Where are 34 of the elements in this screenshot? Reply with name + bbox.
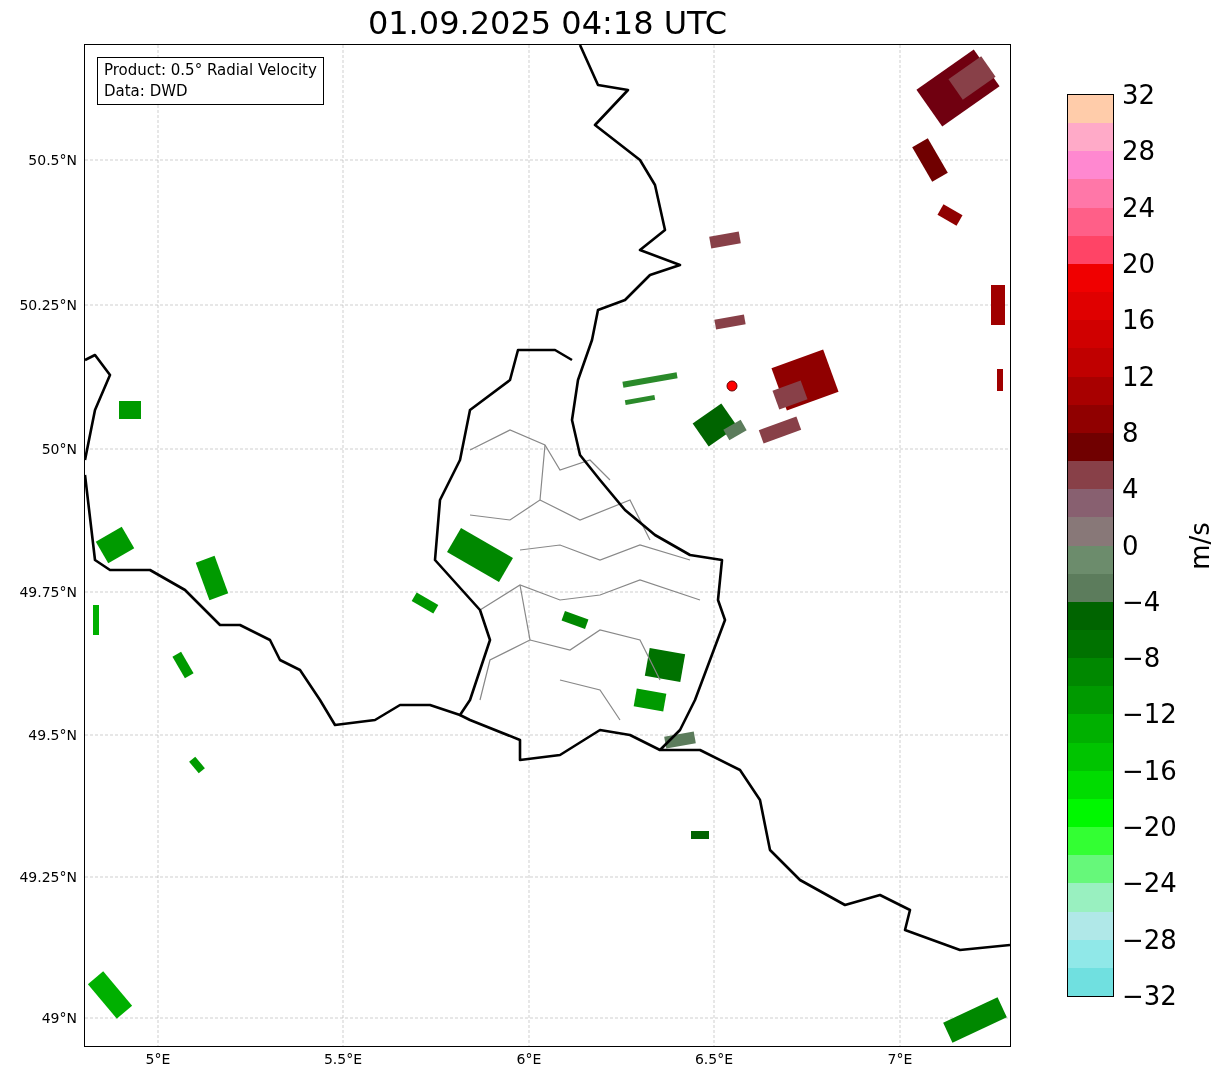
colorbar-tick-label: −4 <box>1122 586 1161 617</box>
colorbar-tick-label: 24 <box>1122 192 1156 223</box>
info-text: Data: DWD <box>104 81 189 102</box>
colorbar-tick-label: −16 <box>1122 755 1177 786</box>
longitude-label: 5°E <box>145 1051 171 1067</box>
info-text: Product: 0.5° Radial Velocity <box>104 60 317 81</box>
colorbar-tick-label: −28 <box>1122 924 1177 955</box>
longitude-label: 7°E <box>887 1051 913 1067</box>
colorbar-tick-label: 4 <box>1122 474 1139 505</box>
colorbar-tick-label: 0 <box>1122 530 1139 561</box>
colorbar-tick-label: 32 <box>1122 80 1156 110</box>
latitude-label: 49.5°N <box>28 727 77 743</box>
latitude-label: 49°N <box>41 1010 77 1026</box>
latitude-label: 49.25°N <box>19 869 77 885</box>
chart-title: 01.09.2025 04:18 UTC <box>367 2 728 43</box>
longitude-label: 6.5°E <box>694 1051 734 1067</box>
longitude-label: 6°E <box>516 1051 542 1067</box>
colorbar-tick-label: 8 <box>1122 417 1139 448</box>
colorbar-tick-label: 12 <box>1122 361 1156 392</box>
latitude-label: 50.5°N <box>28 152 77 168</box>
latitude-label: 50°N <box>41 441 77 457</box>
colorbar-tick-label: −20 <box>1122 812 1177 843</box>
latitude-label: 49.75°N <box>19 584 77 600</box>
colorbar-tick-label: 28 <box>1122 136 1156 167</box>
colorbar-tick-label: −8 <box>1122 643 1161 674</box>
colorbar-unit-label: m/s <box>1185 521 1215 570</box>
colorbar-tick-label: 16 <box>1122 305 1156 336</box>
colorbar-tick-label: −24 <box>1122 868 1177 899</box>
latitude-label: 50.25°N <box>19 297 77 313</box>
colorbar-tick-label: −32 <box>1122 981 1177 1011</box>
radar-site-marker <box>726 380 738 392</box>
colorbar-tick-label: −12 <box>1122 699 1177 730</box>
longitude-label: 5.5°E <box>323 1051 363 1067</box>
colorbar-tick-label: 20 <box>1122 248 1156 279</box>
